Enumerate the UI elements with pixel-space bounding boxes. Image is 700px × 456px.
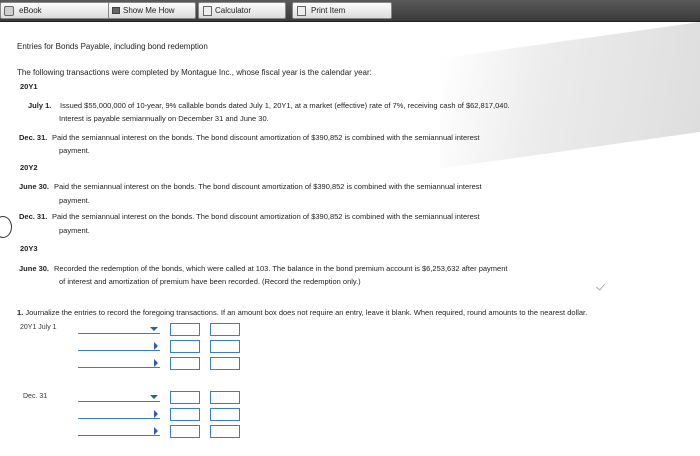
- credit-input-5[interactable]: [210, 408, 240, 421]
- debit-input-4[interactable]: [170, 391, 200, 404]
- t3-line2: payment.: [59, 196, 90, 205]
- t2-line1: Paid the semiannual interest on the bond…: [52, 133, 480, 142]
- debit-input-2[interactable]: [170, 340, 200, 353]
- debit-input-5[interactable]: [170, 408, 200, 421]
- credit-input-1[interactable]: [210, 323, 240, 336]
- year-20y2: 20Y2: [20, 163, 38, 172]
- account-select-2[interactable]: [78, 341, 160, 351]
- year-20y3: 20Y3: [20, 244, 38, 253]
- t2-date: Dec. 31.: [19, 133, 48, 142]
- dropdown-arrow-icon: [154, 427, 158, 435]
- account-select-6[interactable]: [78, 426, 160, 436]
- dropdown-arrow-icon: [150, 327, 158, 331]
- t1-date: July 1.: [28, 101, 52, 110]
- debit-input-3[interactable]: [170, 357, 200, 370]
- entry1-date: 20Y1 July 1: [20, 324, 57, 331]
- debit-input-1[interactable]: [170, 323, 200, 336]
- problem-intro: The following transactions were complete…: [17, 68, 372, 77]
- collapse-arrow-icon[interactable]: [0, 216, 12, 238]
- problem-title: Entries for Bonds Payable, including bon…: [17, 42, 208, 51]
- dropdown-arrow-icon: [154, 342, 158, 350]
- dropdown-arrow-icon: [154, 359, 158, 367]
- entry2-date: Dec. 31: [23, 393, 48, 400]
- credit-input-4[interactable]: [210, 391, 240, 404]
- t5-line1: Recorded the redemption of the bonds, wh…: [54, 264, 508, 273]
- account-select-4[interactable]: [78, 392, 160, 402]
- question-body: Journalize the entries to record the for…: [25, 308, 588, 317]
- t1-line2: Interest is payable semiannually on Dece…: [59, 114, 269, 123]
- question-text: 1. Journalize the entries to record the …: [17, 308, 587, 318]
- t3-line1: Paid the semiannual interest on the bond…: [54, 182, 482, 191]
- account-select-3[interactable]: [78, 358, 160, 368]
- debit-input-6[interactable]: [170, 425, 200, 438]
- credit-input-6[interactable]: [210, 425, 240, 438]
- t4-line1: Paid the semiannual interest on the bond…: [52, 212, 480, 221]
- account-select-1[interactable]: [78, 324, 160, 334]
- t4-date: Dec. 31.: [19, 212, 48, 221]
- account-select-5[interactable]: [78, 409, 160, 419]
- t5-line2: of interest and amortization of premium …: [59, 277, 361, 286]
- problem-content: Entries for Bonds Payable, including bon…: [0, 0, 700, 456]
- t1-line1: Issued $55,000,000 of 10-year, 9% callab…: [60, 101, 510, 110]
- t3-date: June 30.: [19, 182, 50, 191]
- t4-line2: payment.: [59, 226, 90, 235]
- dropdown-arrow-icon: [154, 410, 158, 418]
- credit-input-2[interactable]: [210, 340, 240, 353]
- check-icon: [596, 281, 605, 291]
- credit-input-3[interactable]: [210, 357, 240, 370]
- dropdown-arrow-icon: [150, 395, 158, 399]
- t2-line2: payment.: [59, 146, 90, 155]
- question-number: 1.: [17, 308, 24, 317]
- year-20y1: 20Y1: [20, 82, 38, 91]
- t5-date: June 30.: [19, 264, 50, 273]
